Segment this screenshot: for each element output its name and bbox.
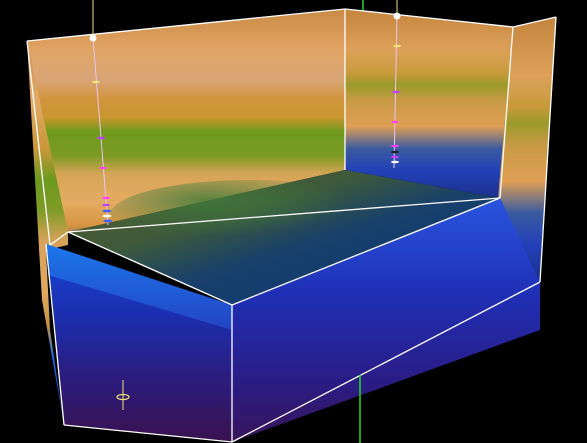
reservoir-scene[interactable] [0, 0, 587, 443]
right-back-wall [345, 9, 513, 198]
well-head-marker[interactable] [393, 12, 401, 20]
floor-green-patch [110, 180, 390, 250]
well-head-marker[interactable] [89, 34, 97, 42]
3d-viewport[interactable] [0, 0, 587, 443]
